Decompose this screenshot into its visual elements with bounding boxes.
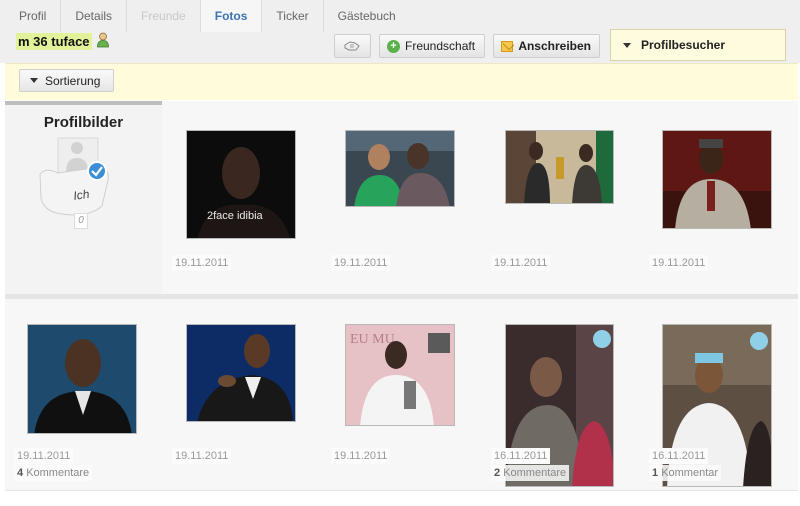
tab-ticker[interactable]: Ticker	[262, 0, 324, 32]
caret-down-icon	[30, 78, 38, 83]
write-message-label: Anschreiben	[518, 39, 591, 53]
photo-thumbnail[interactable]	[505, 130, 614, 204]
tab-freunde: Freunde	[127, 0, 201, 32]
profile-pictures-title: Profilbilder	[43, 114, 124, 131]
photo-thumbnail[interactable]: 2face idibia	[186, 130, 296, 239]
hand-icon	[344, 41, 360, 51]
profile-tabs: Profil Details Freunde Fotos Ticker Gäst…	[5, 0, 410, 32]
add-friend-icon: +	[387, 39, 400, 53]
photo-thumbnail[interactable]	[662, 130, 772, 229]
bottom-divider	[5, 490, 798, 491]
tab-profil[interactable]: Profil	[5, 0, 62, 32]
sort-label: Sortierung	[45, 73, 101, 88]
write-message-button[interactable]: Anschreiben	[493, 34, 600, 58]
svg-text:EU MU: EU MU	[350, 332, 395, 347]
photo-date: 19.11.2011	[331, 448, 391, 464]
sort-bar: Sortierung	[5, 63, 798, 100]
profile-username: m 36 tuface	[16, 33, 92, 50]
profile-picture-label: Ich	[72, 187, 90, 203]
photo-date: 19.11.2011	[491, 255, 551, 271]
photo-comments[interactable]: 1 Kommentar	[649, 465, 722, 481]
photo-image	[187, 325, 295, 421]
comments-label: Kommentar	[661, 467, 719, 479]
sort-dropdown[interactable]: Sortierung	[19, 69, 114, 92]
user-online-icon	[97, 32, 109, 48]
photo-date: 19.11.2011	[14, 448, 74, 464]
caret-down-icon	[623, 42, 631, 48]
comments-label: Kommentare	[503, 467, 567, 479]
comments-count: 1	[652, 467, 659, 479]
photo-date: 19.11.2011	[172, 255, 232, 271]
tab-details[interactable]: Details	[61, 0, 128, 32]
friendship-label: Freundschaft	[405, 39, 476, 53]
photo-thumbnail[interactable]	[345, 130, 455, 207]
profile-picture-count: 0	[74, 213, 88, 229]
photo-thumbnail[interactable]	[27, 324, 137, 434]
tab-gaestebuch[interactable]: Gästebuch	[324, 0, 410, 32]
envelope-icon	[501, 40, 514, 52]
photo-image	[506, 131, 613, 203]
photo-date: 19.11.2011	[172, 448, 232, 464]
photo-date: 16.11.2011	[649, 448, 709, 464]
tab-fotos[interactable]: Fotos	[200, 0, 263, 32]
profile-visitors-label: Profilbesucher	[641, 38, 726, 52]
comments-count: 4	[17, 467, 24, 479]
photo-thumbnail[interactable]	[186, 324, 296, 422]
photo-image	[346, 131, 454, 206]
profile-header: Profil Details Freunde Fotos Ticker Gäst…	[0, 0, 800, 63]
photo-image: 2face idibia	[187, 131, 295, 238]
photo-image	[663, 131, 771, 228]
verified-check-icon	[87, 161, 107, 181]
profile-picture-album[interactable]: Ich	[38, 136, 113, 218]
friendship-button[interactable]: + Freundschaft	[379, 34, 485, 58]
profile-visitors-dropdown[interactable]: Profilbesucher	[610, 29, 786, 61]
comments-count: 2	[494, 467, 501, 479]
more-actions-button[interactable]	[334, 34, 371, 58]
photo-caption: 2face idibia	[207, 210, 264, 222]
photo-image	[28, 325, 136, 433]
photo-date: 19.11.2011	[331, 255, 391, 271]
photo-date: 19.11.2011	[649, 255, 709, 271]
photo-comments[interactable]: 2 Kommentare	[491, 465, 570, 481]
photo-thumbnail[interactable]: EU MU	[345, 324, 455, 426]
photo-image: EU MU	[346, 325, 454, 425]
photo-date: 16.11.2011	[491, 448, 551, 464]
comments-label: Kommentare	[26, 467, 90, 479]
photo-comments[interactable]: 4 Kommentare	[14, 465, 93, 481]
